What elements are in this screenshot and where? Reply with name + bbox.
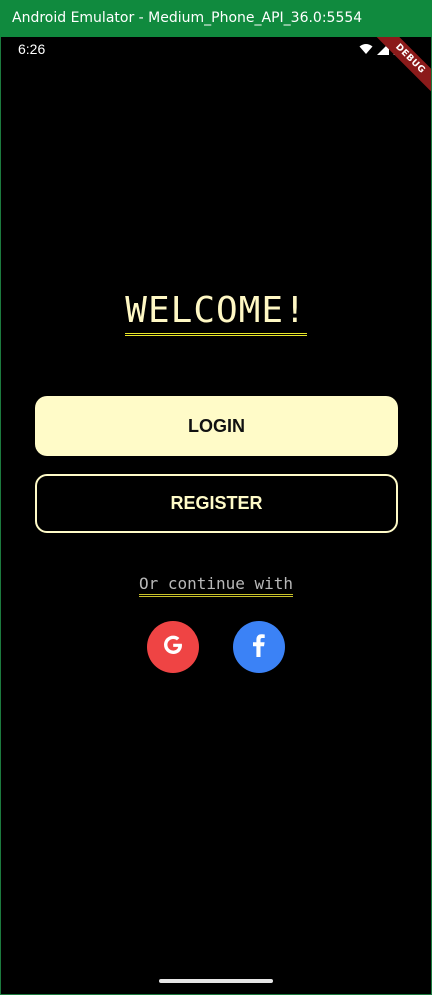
wifi-icon — [359, 43, 373, 55]
home-indicator[interactable] — [159, 979, 273, 983]
google-icon — [160, 632, 186, 663]
login-button[interactable]: LOGIN — [35, 396, 398, 456]
welcome-title: WELCOME! — [125, 290, 307, 336]
welcome-heading: WELCOME! — [1, 290, 431, 336]
facebook-login-button[interactable] — [233, 621, 285, 673]
window-title: Android Emulator - Medium_Phone_API_36.0… — [12, 10, 363, 26]
continue-with-label: Or continue with — [1, 574, 431, 597]
continue-with-text: Or continue with — [138, 574, 294, 597]
status-time: 6:26 — [18, 41, 46, 57]
status-bar: 6:26 — [1, 37, 431, 63]
window-title-bar: Android Emulator - Medium_Phone_API_36.0… — [0, 0, 432, 37]
facebook-icon — [247, 632, 271, 663]
phone-screen: 6:26 DEBUG WELCOME! LOGIN REGISTER Or co… — [0, 37, 432, 995]
register-button[interactable]: REGISTER — [35, 474, 398, 533]
google-login-button[interactable] — [147, 621, 199, 673]
